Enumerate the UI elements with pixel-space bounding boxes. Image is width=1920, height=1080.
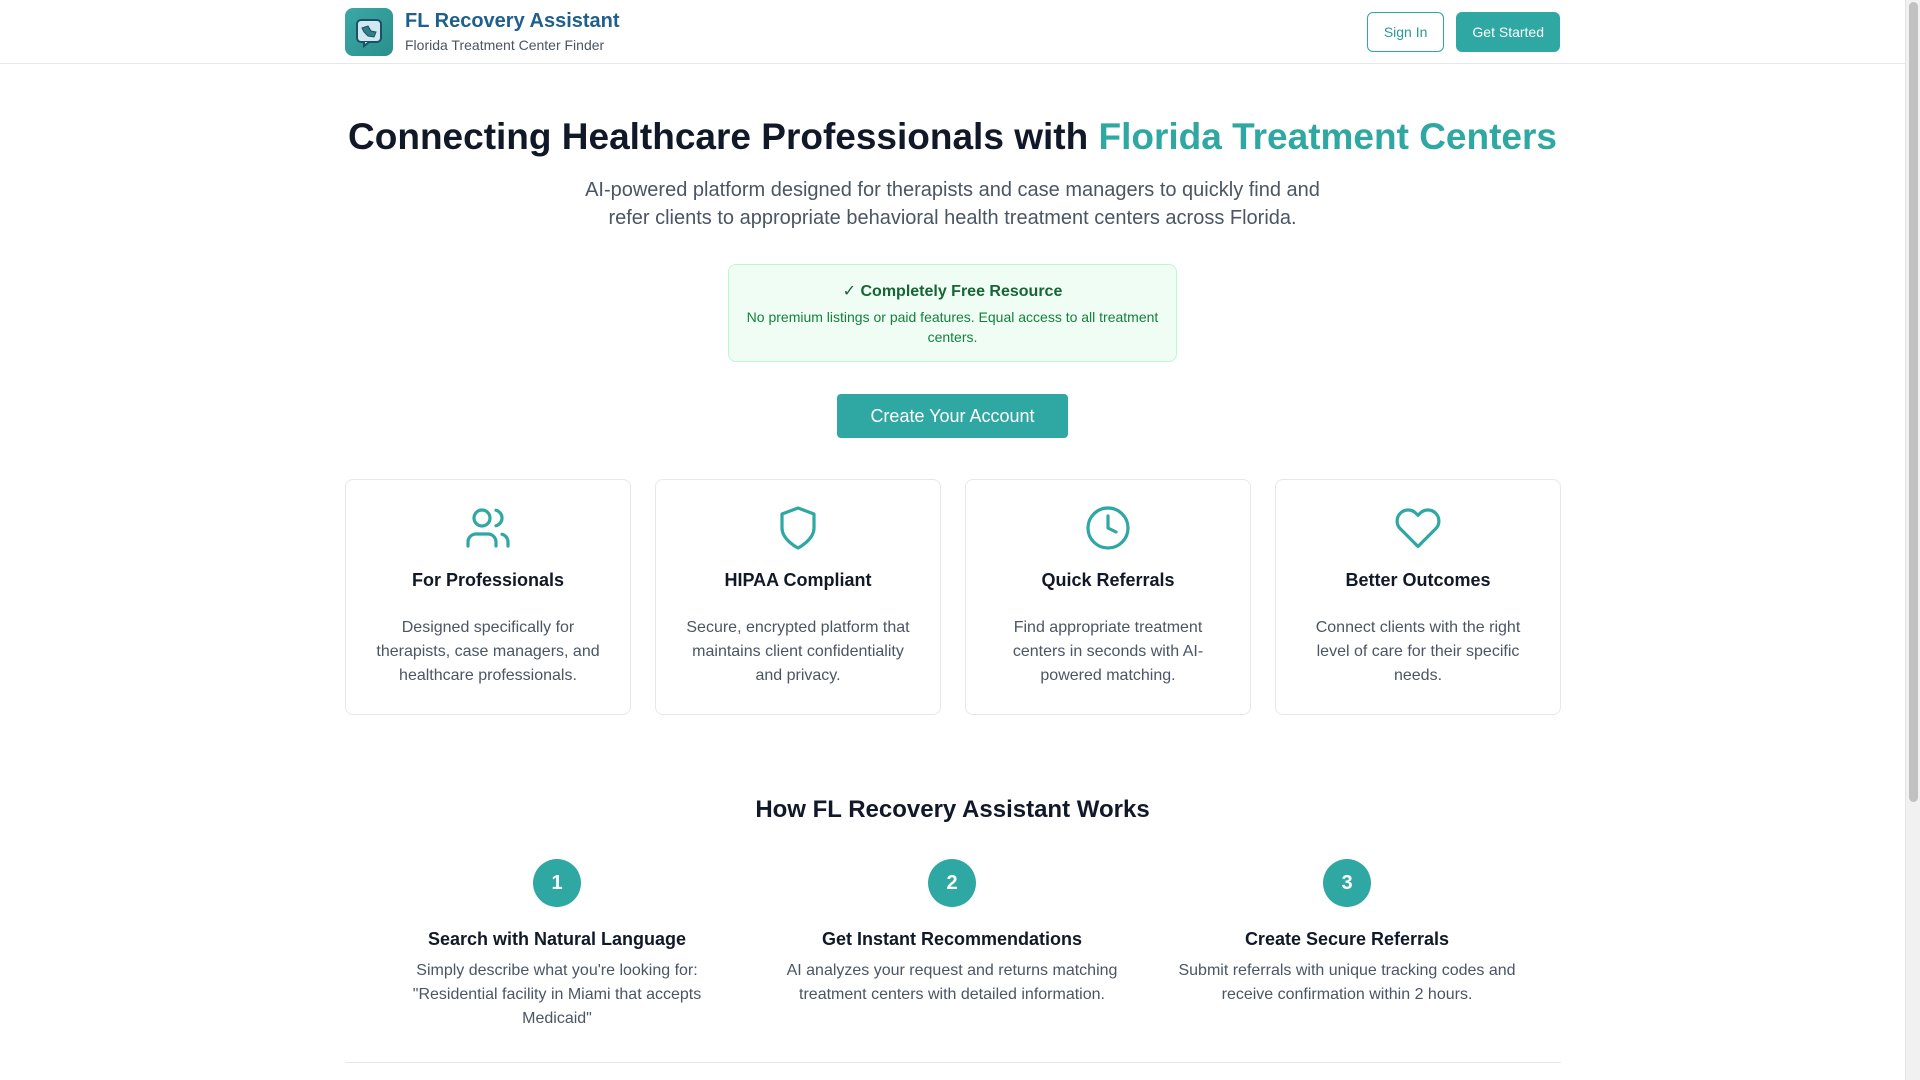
hero-description: AI-powered platform designed for therapi… <box>585 179 1320 229</box>
clock-icon <box>966 504 1250 552</box>
top-header: FL Recovery Assistant Florida Treatment … <box>0 0 1905 64</box>
feature-text: Connect clients with the right level of … <box>1315 619 1521 684</box>
step-title: Search with Natural Language <box>427 929 687 949</box>
free-resource-text: No premium listings or paid features. Eq… <box>746 309 1159 345</box>
create-account-button[interactable]: Create Your Account <box>837 394 1068 438</box>
feature-card-quick-referrals: Quick Referrals Find appropriate treatme… <box>965 479 1251 715</box>
shield-icon <box>656 504 940 552</box>
feature-text: Find appropriate treatment centers in se… <box>1012 619 1204 684</box>
header-actions: Sign In Get Started <box>1366 11 1560 52</box>
page: FL Recovery Assistant Florida Treatment … <box>0 0 1905 1080</box>
feature-title: Better Outcomes <box>1345 570 1491 590</box>
step-text: Simply describe what you're looking for:… <box>412 962 702 1027</box>
step-number-badge: 3 <box>1323 859 1371 907</box>
title-prefix: Connecting Healthcare Professionals with <box>348 116 1089 157</box>
brand-title: FL Recovery Assistant <box>405 9 620 32</box>
brand-subtitle: Florida Treatment Center Finder <box>405 36 605 53</box>
users-icon <box>346 504 630 552</box>
features-grid: For Professionals Designed specifically … <box>345 479 1561 715</box>
heart-icon <box>1276 504 1560 552</box>
sign-in-button[interactable]: Sign In <box>1366 11 1445 52</box>
brand[interactable]: FL Recovery Assistant Florida Treatment … <box>345 7 620 56</box>
step-2: 2 Get Instant Recommendations AI analyze… <box>782 859 1122 1007</box>
free-resource-notice: ✓ Completely Free Resource No premium li… <box>728 264 1177 362</box>
feature-title: For Professionals <box>411 570 565 590</box>
step-number-badge: 2 <box>928 859 976 907</box>
get-started-button[interactable]: Get Started <box>1456 11 1560 52</box>
feature-text: Designed specifically for therapists, ca… <box>376 619 600 684</box>
feature-card-outcomes: Better Outcomes Connect clients with the… <box>1275 479 1561 715</box>
step-1: 1 Search with Natural Language Simply de… <box>387 859 727 1031</box>
feature-title: HIPAA Compliant <box>724 570 872 590</box>
free-resource-title: ✓ Completely Free Resource <box>842 283 1063 300</box>
how-it-works-title: How FL Recovery Assistant Works <box>755 796 1150 823</box>
step-title: Create Secure Referrals <box>1244 929 1450 949</box>
hero-section: Connecting Healthcare Professionals with… <box>0 112 1905 438</box>
title-accent: Florida Treatment Centers <box>1098 116 1557 157</box>
feature-card-hipaa: HIPAA Compliant Secure, encrypted platfo… <box>655 479 941 715</box>
page-scrollbar[interactable] <box>1905 0 1920 1080</box>
step-text: Submit referrals with unique tracking co… <box>1178 962 1516 1003</box>
page-title: Connecting Healthcare Professionals with… <box>0 112 1905 162</box>
feature-title: Quick Referrals <box>1041 570 1175 590</box>
logo-icon <box>345 7 393 56</box>
step-text: AI analyzes your request and returns mat… <box>786 962 1118 1003</box>
feature-text: Secure, encrypted platform that maintain… <box>686 619 910 684</box>
section-divider <box>345 1062 1561 1063</box>
scrollbar-thumb[interactable] <box>1909 2 1918 802</box>
step-number-badge: 1 <box>533 859 581 907</box>
step-title: Get Instant Recommendations <box>821 929 1083 949</box>
feature-card-professionals: For Professionals Designed specifically … <box>345 479 631 715</box>
how-it-works-steps: 1 Search with Natural Language Simply de… <box>0 859 1905 1039</box>
step-3: 3 Create Secure Referrals Submit referra… <box>1177 859 1517 1007</box>
